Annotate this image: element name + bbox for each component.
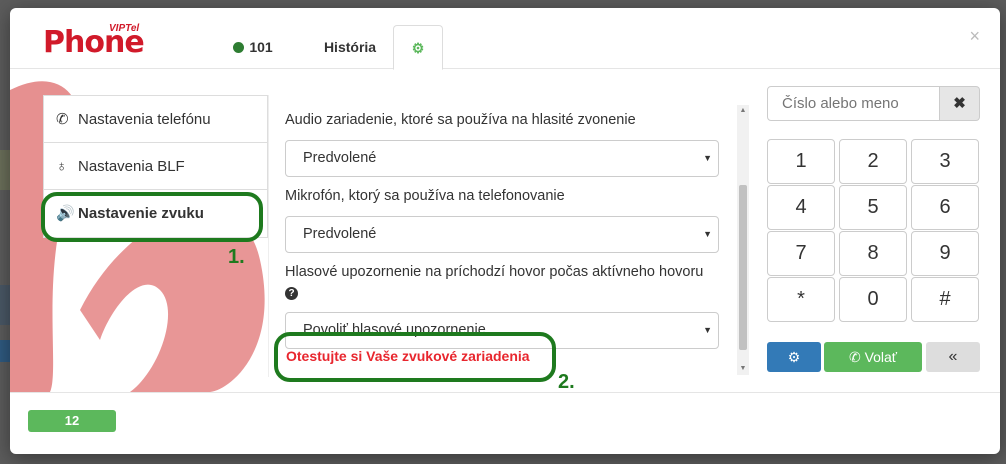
dial-key-hash[interactable]: #: [911, 277, 979, 322]
scroll-thumb[interactable]: [739, 185, 747, 350]
voice-alert-label: Hlasové upozornenie na príchodzí hovor p…: [285, 262, 719, 302]
mic-setting: Mikrofón, ktorý sa používa na telefonova…: [285, 186, 719, 253]
mic-label: Mikrofón, ktorý sa používa na telefonova…: [285, 188, 565, 204]
background-strip: [0, 340, 10, 362]
ring-device-value: Predvolené: [303, 150, 377, 166]
scroll-up-icon[interactable]: ▲: [737, 105, 749, 117]
gear-icon: ⚙: [411, 40, 425, 56]
phone-icon: ✆: [56, 111, 69, 128]
annotation-highlight-step1: [41, 192, 263, 242]
logo: Phone VIPTel: [43, 21, 163, 61]
dial-key-7[interactable]: 7: [767, 231, 835, 276]
background-strip: [0, 285, 10, 325]
dial-key-6[interactable]: 6: [911, 185, 979, 230]
dial-key-5[interactable]: 5: [839, 185, 907, 230]
annotation-step2: 2.: [558, 371, 575, 393]
tab-history[interactable]: História: [305, 25, 395, 69]
sidebar-item-label: Nastavenia telefónu: [78, 111, 211, 128]
annotation-highlight-step2: [274, 332, 556, 382]
mic-value: Predvolené: [303, 226, 377, 242]
tab-settings[interactable]: ⚙: [393, 25, 443, 70]
sidebar-item-label: Nastavenia BLF: [78, 158, 185, 175]
settings-scrollbar[interactable]: ▲ ▼: [737, 105, 749, 375]
voice-alert-label-text: Hlasové upozornenie na príchodzí hovor p…: [285, 264, 704, 280]
chevron-down-icon: ▼: [703, 325, 712, 335]
tab-history-label: História: [323, 39, 377, 55]
dial-key-3[interactable]: 3: [911, 139, 979, 184]
dial-key-0[interactable]: 0: [839, 277, 907, 322]
tab-extension[interactable]: 101: [218, 25, 288, 69]
dial-key-9[interactable]: 9: [911, 231, 979, 276]
dial-key-star[interactable]: *: [767, 277, 835, 322]
collapse-button[interactable]: «: [926, 342, 980, 372]
dial-key-2[interactable]: 2: [839, 139, 907, 184]
modal-footer: 12: [10, 392, 1000, 454]
ring-device-label: Audio zariadenie, ktoré sa používa na hl…: [285, 112, 636, 128]
dial-key-1[interactable]: 1: [767, 139, 835, 184]
chevron-down-icon: ▼: [703, 229, 712, 239]
sidebar-item-phone-settings[interactable]: ✆ Nastavenia telefónu: [44, 96, 267, 143]
call-button-label: Volať: [864, 349, 898, 365]
tab-extension-label: 101: [249, 39, 273, 55]
call-button[interactable]: ✆ Volať: [824, 342, 922, 372]
dialer-settings-button[interactable]: ⚙: [767, 342, 821, 372]
gear-icon: ⚙: [787, 349, 801, 365]
close-icon[interactable]: ×: [969, 26, 980, 47]
dial-key-4[interactable]: 4: [767, 185, 835, 230]
ring-device-setting: Audio zariadenie, ktoré sa používa na hl…: [285, 110, 719, 177]
logo-superscript: VIPTel: [109, 23, 140, 34]
count-badge[interactable]: 12: [28, 410, 116, 432]
dial-key-8[interactable]: 8: [839, 231, 907, 276]
clear-icon[interactable]: ✖: [940, 86, 980, 121]
background-strip: [0, 150, 10, 190]
ring-device-select[interactable]: Predvolené ▼: [285, 140, 719, 177]
scroll-down-icon[interactable]: ▼: [737, 363, 749, 375]
mic-select[interactable]: Predvolené ▼: [285, 216, 719, 253]
question-icon[interactable]: ?: [285, 287, 298, 300]
modal-header: Phone VIPTel 101 História ⚙ ×: [10, 8, 1000, 70]
phone-settings-modal: Phone VIPTel 101 História ⚙ × ✆ Nastaveni…: [10, 8, 1000, 454]
chevron-down-icon: ▼: [703, 153, 712, 163]
online-status-icon: [233, 42, 245, 53]
annotation-step1: 1.: [228, 246, 245, 268]
lightbulb-icon: ♁: [56, 158, 68, 175]
sidebar-item-blf-settings[interactable]: ♁ Nastavenia BLF: [44, 143, 267, 190]
number-or-name-input[interactable]: [767, 86, 940, 121]
phone-icon: ✆: [848, 349, 861, 365]
